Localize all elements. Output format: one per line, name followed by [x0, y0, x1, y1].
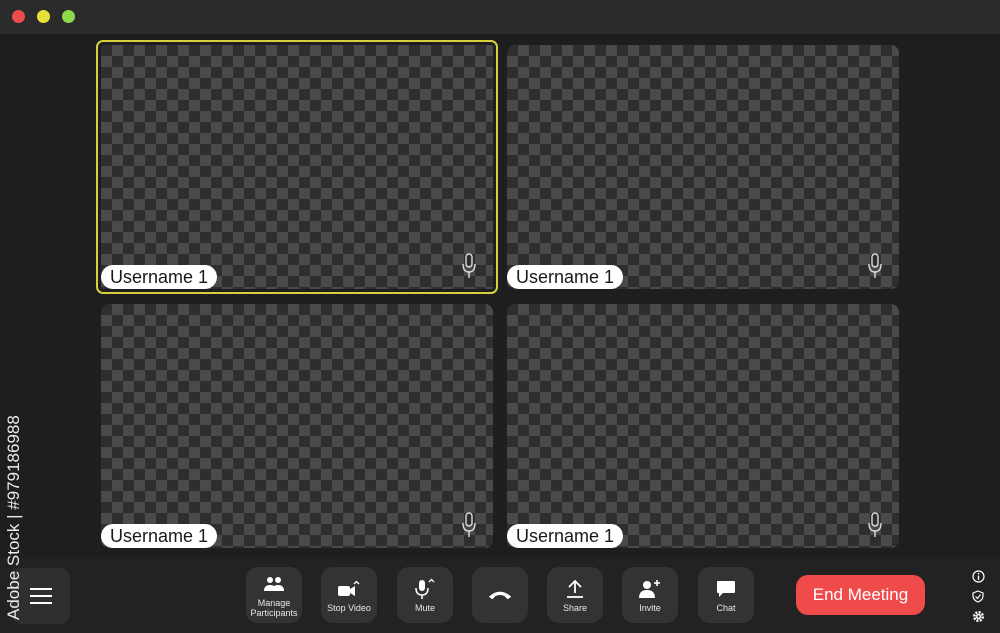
- video-tile[interactable]: Username 1: [101, 304, 493, 548]
- participant-name: Username 1: [507, 524, 624, 548]
- microphone-icon[interactable]: [867, 512, 883, 538]
- microphone-icon[interactable]: [461, 512, 477, 538]
- share-label: Share: [562, 602, 588, 613]
- chat-bubble-icon: [717, 580, 735, 597]
- video-camera-icon: [338, 580, 360, 596]
- title-bar: [0, 0, 1000, 34]
- end-meeting-button[interactable]: End Meeting: [796, 575, 925, 615]
- share-upload-icon: [567, 579, 583, 598]
- manage-participants-button[interactable]: Manage Participants: [246, 567, 302, 623]
- mute-label: Mute: [414, 602, 435, 613]
- participant-name: Username 1: [507, 265, 624, 289]
- maximize-window-button[interactable]: [62, 10, 75, 23]
- microphone-icon: [415, 578, 435, 599]
- close-window-button[interactable]: [12, 10, 25, 23]
- participants-icon: [264, 576, 284, 591]
- chat-button[interactable]: Chat: [698, 567, 754, 623]
- add-user-icon: [639, 579, 660, 598]
- video-tile[interactable]: Username 1: [507, 45, 899, 289]
- manage-participants-label: Manage Participants: [250, 597, 298, 618]
- microphone-icon[interactable]: [461, 253, 477, 279]
- participant-name: Username 1: [101, 265, 218, 289]
- chat-label: Chat: [716, 602, 736, 613]
- gear-icon[interactable]: [970, 608, 986, 624]
- hamburger-menu-icon: [30, 588, 52, 604]
- microphone-icon[interactable]: [867, 253, 883, 279]
- shield-icon[interactable]: [970, 588, 986, 604]
- phone-hangup-icon: [488, 591, 512, 600]
- watermark-text: Adobe Stock | #979186988: [4, 415, 23, 620]
- video-tile[interactable]: Username 1: [507, 304, 899, 548]
- mute-button[interactable]: Mute: [397, 567, 453, 623]
- video-tile[interactable]: Username 1: [96, 40, 498, 294]
- share-button[interactable]: Share: [547, 567, 603, 623]
- meeting-toolbar: Manage Participants Stop Video Mute Shar…: [0, 558, 1000, 633]
- hang-up-button[interactable]: [472, 567, 528, 623]
- stop-video-label: Stop Video: [327, 602, 371, 613]
- participant-name: Username 1: [101, 524, 218, 548]
- invite-button[interactable]: Invite: [622, 567, 678, 623]
- minimize-window-button[interactable]: [37, 10, 50, 23]
- info-icon[interactable]: [970, 568, 986, 584]
- invite-label: Invite: [639, 602, 661, 613]
- stop-video-button[interactable]: Stop Video: [321, 567, 377, 623]
